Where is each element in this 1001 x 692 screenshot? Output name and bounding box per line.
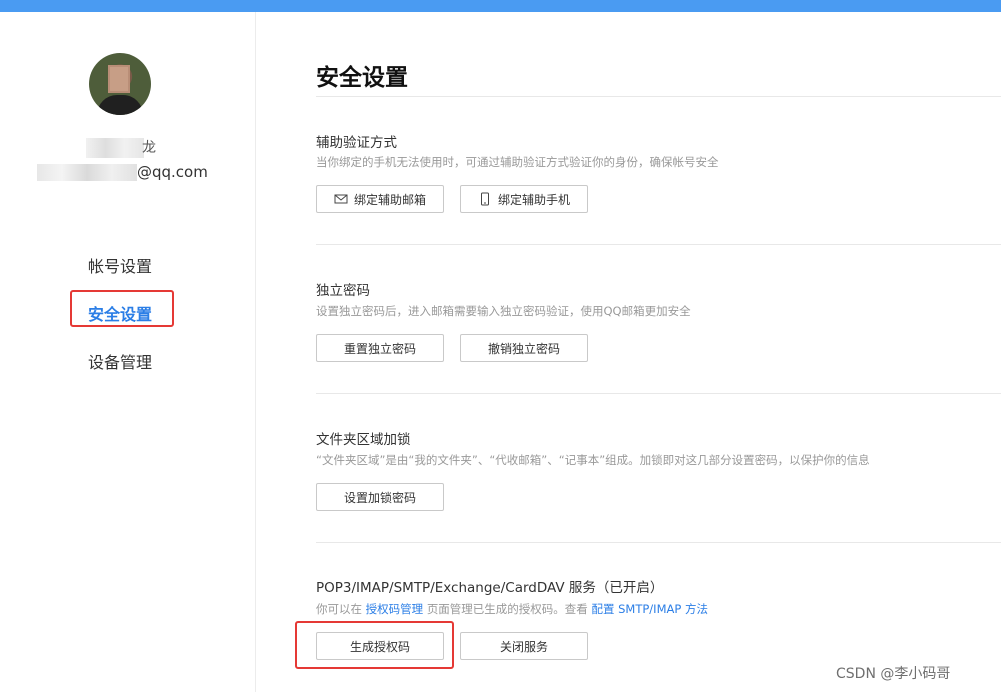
button-label: 设置加锁密码 [343,490,416,505]
button-label: 绑定辅助手机 [497,192,570,207]
divider [316,96,1001,97]
nav-item-security-settings[interactable]: 安全设置 [88,301,152,325]
set-lock-password-button[interactable]: 设置加锁密码 [316,483,444,511]
section-title-folder-lock: 文件夹区域加锁 [316,432,411,448]
sidebar: 龙 @qq.com 帐号设置 安全设置 设备管理 [0,12,256,692]
section-desc-independent-password: 设置独立密码后，进入邮箱需要输入独立密码验证，使用QQ邮箱更加安全 [316,304,691,318]
generate-auth-code-button[interactable]: 生成授权码 [316,632,444,660]
section-desc-pop3-imap-service: 你可以在 授权码管理 页面管理已生成的授权码。查看 配置 SMTP/IMAP 方… [316,601,708,617]
section-title-independent-password: 独立密码 [316,283,370,299]
user-email: @qq.com [137,163,208,181]
section-title-pop3-imap-service: POP3/IMAP/SMTP/Exchange/CardDAV 服务（已开启） [316,580,664,596]
divider [316,542,1001,543]
watermark: CSDN @李小码哥 [836,666,951,682]
section-title-aux-verification: 辅助验证方式 [316,135,397,151]
reset-independent-password-button[interactable]: 重置独立密码 [316,334,444,362]
avatar[interactable] [89,53,151,115]
button-label: 撤销独立密码 [487,341,560,356]
user-name: 龙 [142,140,156,156]
top-accent-bar [0,0,1001,12]
desc-text: 你可以在 [316,602,362,616]
button-label: 关闭服务 [499,639,548,654]
smtp-imap-config-link[interactable]: 配置 SMTP/IMAP 方法 [591,602,707,616]
button-label: 重置独立密码 [343,341,416,356]
bind-aux-email-button[interactable]: 绑定辅助邮箱 [316,185,444,213]
divider [316,244,1001,245]
divider [316,393,1001,394]
button-label: 生成授权码 [349,639,410,654]
desc-text: 页面管理已生成的授权码。查看 [426,602,588,616]
avatar-face-mosaic [108,65,130,93]
button-label: 绑定辅助邮箱 [353,192,426,207]
close-service-button[interactable]: 关闭服务 [460,632,588,660]
revoke-independent-password-button[interactable]: 撤销独立密码 [460,334,588,362]
auth-code-management-link[interactable]: 授权码管理 [366,602,424,616]
nav-item-device-management[interactable]: 设备管理 [88,349,152,373]
avatar-body [97,95,143,115]
page-title: 安全设置 [316,65,408,91]
section-desc-folder-lock: “文件夹区域”是由“我的文件夹”、“代收邮箱”、“记事本”组成。加锁即对这几部分… [316,453,870,467]
bind-aux-phone-button[interactable]: 绑定辅助手机 [460,185,588,213]
email-redaction [37,164,137,181]
mail-icon [334,194,348,204]
name-redaction [86,138,144,158]
section-desc-aux-verification: 当你绑定的手机无法使用时，可通过辅助验证方式验证你的身份，确保帐号安全 [316,155,719,169]
phone-icon [480,192,489,206]
nav-item-account-settings[interactable]: 帐号设置 [88,253,152,277]
